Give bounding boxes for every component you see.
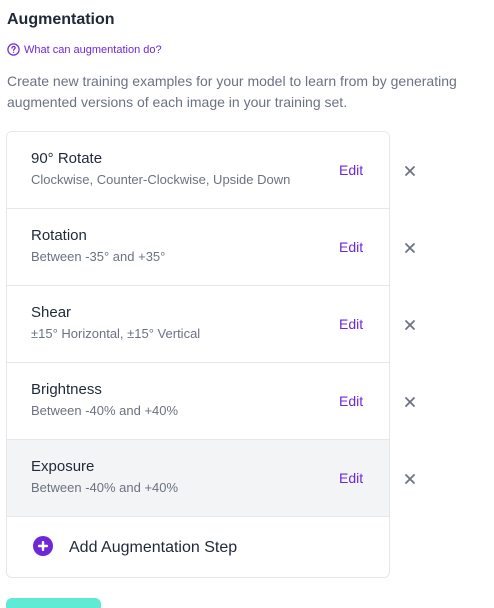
question-circle-icon	[7, 43, 20, 56]
section-description: Create new training examples for your mo…	[7, 73, 457, 110]
close-icon	[403, 164, 417, 178]
close-icon	[403, 241, 417, 255]
step-row-brightness: Brightness Between -40% and +40% Edit	[7, 363, 389, 440]
close-icon	[403, 395, 417, 409]
step-detail: Clockwise, Counter-Clockwise, Upside Dow…	[31, 172, 291, 187]
step-row-exposure: Exposure Between -40% and +40% Edit	[7, 440, 389, 517]
augmentation-panel: Augmentation What can augmentation do? C…	[0, 0, 494, 608]
close-icon	[403, 472, 417, 486]
add-augmentation-step-button[interactable]: Add Augmentation Step	[7, 517, 389, 577]
edit-button[interactable]: Edit	[339, 316, 363, 332]
step-row-shear: Shear ±15° Horizontal, ±15° Vertical Edi…	[7, 286, 389, 363]
step-detail: ±15° Horizontal, ±15° Vertical	[31, 326, 201, 341]
remove-step-button[interactable]	[403, 164, 417, 178]
step-name: Shear	[31, 304, 72, 321]
step-row-rotation: Rotation Between -35° and +35° Edit	[7, 209, 389, 286]
augmentation-steps-list: 90° Rotate Clockwise, Counter-Clockwise,…	[6, 131, 390, 578]
step-row-90-rotate: 90° Rotate Clockwise, Counter-Clockwise,…	[7, 132, 389, 209]
remove-step-button[interactable]	[403, 241, 417, 255]
edit-button[interactable]: Edit	[339, 393, 363, 409]
step-detail: Between -40% and +40%	[31, 480, 179, 495]
add-step-label[interactable]: Add Augmentation Step	[69, 539, 237, 557]
edit-button[interactable]: Edit	[339, 470, 363, 486]
step-detail: Between -35° and +35°	[31, 249, 166, 264]
step-name: Brightness	[31, 381, 102, 398]
step-name: Rotation	[31, 227, 87, 244]
step-detail: Between -40% and +40%	[31, 403, 179, 418]
remove-step-button[interactable]	[403, 472, 417, 486]
continue-button[interactable]	[6, 598, 101, 608]
edit-button[interactable]: Edit	[339, 239, 363, 255]
help-link-label[interactable]: What can augmentation do?	[24, 44, 162, 56]
close-icon	[403, 318, 417, 332]
section-title: Augmentation	[7, 11, 115, 28]
step-name: Exposure	[31, 458, 95, 475]
edit-button[interactable]: Edit	[339, 162, 363, 178]
step-name: 90° Rotate	[31, 150, 103, 167]
remove-step-button[interactable]	[403, 395, 417, 409]
remove-step-button[interactable]	[403, 318, 417, 332]
help-link[interactable]: What can augmentation do?	[7, 43, 162, 56]
plus-circle-icon	[33, 535, 53, 561]
